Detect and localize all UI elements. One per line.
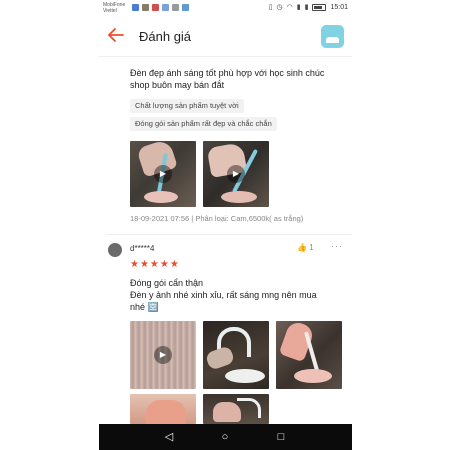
status-right: ▯ ◷ ◠ ▮ ▮ 15:01 bbox=[269, 3, 348, 11]
wifi-icon: ◠ bbox=[286, 4, 293, 11]
system-nav-bar: ◁ ○ □ bbox=[99, 424, 352, 450]
review-video-thumbnail[interactable]: ▶ bbox=[130, 321, 196, 389]
status-bar: MobiFone Viettel ▯ ◷ ◠ ▮ ▮ 15:01 bbox=[99, 0, 352, 16]
header-divider bbox=[99, 56, 352, 57]
phone-screen: MobiFone Viettel ▯ ◷ ◠ ▮ ▮ 15:01 Đánh gi… bbox=[99, 0, 352, 450]
lamp-neck-image bbox=[237, 398, 261, 418]
lamp-base-image bbox=[144, 191, 178, 203]
signal-icon: ▮ bbox=[296, 4, 301, 11]
signal-2-icon: ▮ bbox=[304, 4, 309, 11]
review-1-text-line-2: shop buôn may bán đắt bbox=[130, 80, 225, 90]
review-meta: 18-09-2021 07:56 | Phân loại: Cam,6500k(… bbox=[130, 214, 304, 223]
review-image-thumbnail[interactable] bbox=[203, 321, 269, 389]
thumbs-up-icon: 👍 bbox=[297, 243, 307, 252]
review-1-text-line-1: Đèn đẹp ánh sáng tốt phù hợp với học sin… bbox=[130, 68, 325, 78]
play-icon: ▶ bbox=[227, 165, 245, 183]
review-tag: Chất lượng sản phẩm tuyệt vời bbox=[130, 99, 244, 113]
play-icon: ▶ bbox=[154, 346, 172, 364]
notification-app-icon bbox=[182, 4, 189, 11]
app-shortcut-icon[interactable] bbox=[321, 25, 344, 48]
review-video-thumbnail[interactable]: ▶ bbox=[203, 141, 269, 207]
star-rating: ★★★★★ bbox=[130, 259, 180, 270]
more-options-button[interactable]: ··· bbox=[331, 241, 343, 251]
reviewer-username: d*****4 bbox=[130, 244, 155, 253]
notification-icons bbox=[132, 4, 189, 11]
avatar[interactable] bbox=[108, 243, 122, 257]
arrow-left-icon bbox=[108, 28, 124, 42]
lamp-base-image bbox=[221, 191, 257, 203]
like-count: 1 bbox=[309, 243, 314, 252]
like-button[interactable]: 👍 1 bbox=[297, 243, 314, 252]
app-header: Đánh giá bbox=[99, 22, 352, 52]
nav-home-button[interactable]: ○ bbox=[217, 429, 233, 445]
notification-app-icon bbox=[132, 4, 139, 11]
review-2-text-line-1: Đóng gói cẩn thận bbox=[130, 278, 204, 288]
review-2-text-line-3: nhé 🈳 bbox=[130, 302, 159, 312]
play-icon: ▶ bbox=[154, 165, 172, 183]
page-title: Đánh giá bbox=[139, 29, 192, 44]
lamp-base-image bbox=[225, 369, 265, 383]
review-image-thumbnail[interactable] bbox=[276, 321, 342, 389]
carrier-info: MobiFone Viettel bbox=[103, 2, 125, 14]
carrier-2: Viettel bbox=[103, 8, 117, 14]
nav-back-button[interactable]: ◁ bbox=[161, 429, 177, 445]
review-image-thumbnail[interactable] bbox=[203, 394, 269, 424]
notification-app-icon bbox=[142, 4, 149, 11]
battery-icon bbox=[312, 3, 327, 11]
clock: 15:01 bbox=[330, 3, 348, 11]
notification-app-icon bbox=[152, 4, 159, 11]
vibrate-icon: ▯ bbox=[268, 4, 273, 11]
nav-recents-button[interactable]: □ bbox=[273, 429, 289, 445]
notification-app-icon bbox=[162, 4, 169, 11]
back-button[interactable] bbox=[107, 26, 129, 48]
lamp-shade-image bbox=[146, 400, 186, 424]
review-divider bbox=[107, 234, 352, 235]
review-image-thumbnail[interactable] bbox=[130, 394, 196, 424]
review-2-text-line-2: Đèn y ảnh nhé xinh xỉu, rất sáng mng nên… bbox=[130, 290, 317, 300]
alarm-icon: ◷ bbox=[276, 4, 283, 11]
review-tag: Đóng gói sản phẩm rất đẹp và chắc chắn bbox=[130, 117, 277, 131]
lamp-base-image bbox=[294, 369, 332, 383]
notification-app-icon bbox=[172, 4, 179, 11]
review-video-thumbnail[interactable]: ▶ bbox=[130, 141, 196, 207]
